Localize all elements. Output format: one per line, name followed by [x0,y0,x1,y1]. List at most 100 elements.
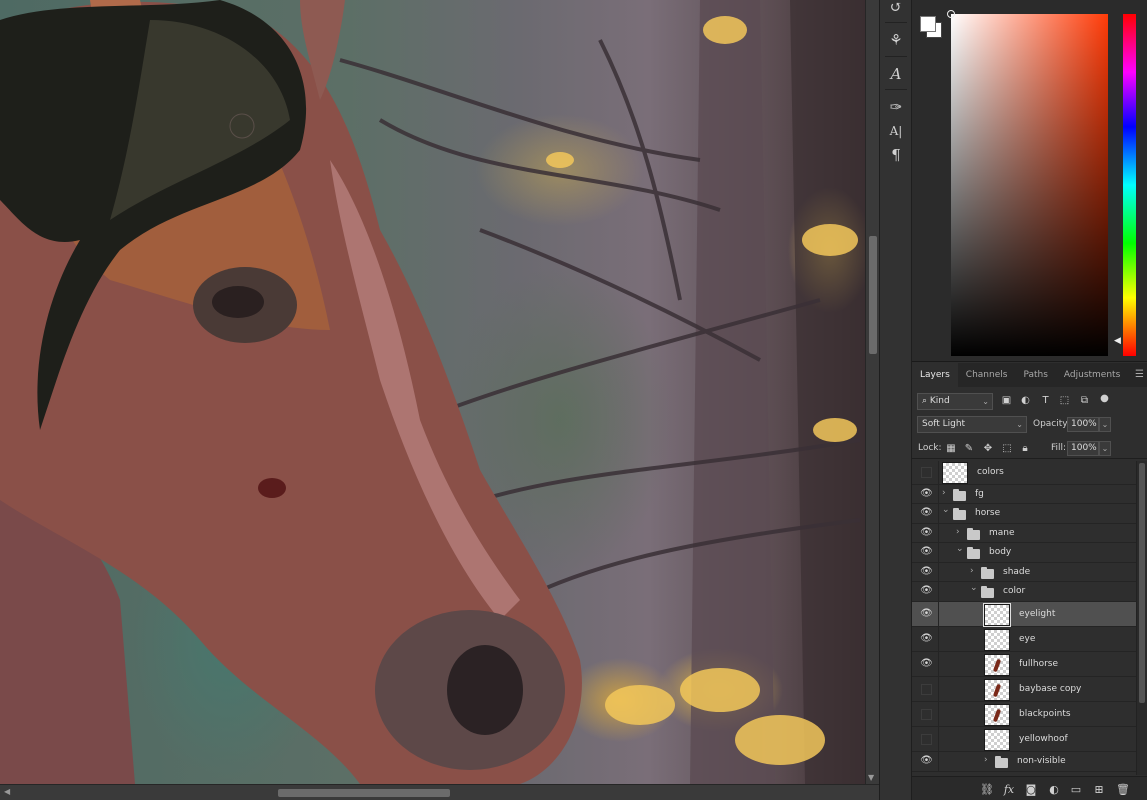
layer-row[interactable]: baybase copy [912,677,1136,702]
chevron-right-icon[interactable]: › [956,527,960,537]
tab-layers[interactable]: Layers [912,363,958,387]
character-style-icon[interactable]: A [885,63,907,85]
divider [938,504,939,523]
chevron-right-icon[interactable]: › [970,566,974,576]
layer-group-row[interactable]: 👁︎ ⌄ color [912,582,1136,602]
thumbnail-content [992,708,1002,723]
layer-row[interactable]: yellowhoof [912,727,1136,752]
hue-slider-arrow-icon[interactable]: ◀ [1114,336,1121,346]
scrollbar-thumb[interactable] [278,789,450,797]
visibility-eye-icon[interactable]: 👁︎ [920,546,933,558]
chevron-right-icon[interactable]: › [942,488,946,498]
delete-layer-icon[interactable]: 🗑︎ [1116,782,1130,796]
history-brush-icon[interactable]: ↺ [885,0,907,18]
tool-presets-icon[interactable]: ✑ [885,96,907,118]
layer-thumbnail[interactable] [942,462,968,484]
chevron-down-icon[interactable]: ⌄ [942,505,950,515]
blend-mode-select[interactable]: Soft Light ⌄ [917,416,1027,433]
visibility-eye-icon[interactable]: 👁︎ [920,488,933,500]
paragraph-panel-icon[interactable]: ¶ [885,144,907,166]
new-layer-icon[interactable]: ⊞ [1092,782,1106,796]
scroll-left-arrow-icon[interactable]: ◀ [4,787,10,796]
divider [885,89,907,90]
foreground-color-swatch[interactable] [920,16,936,32]
visibility-toggle-off[interactable] [921,709,932,720]
tab-channels[interactable]: Channels [958,363,1016,387]
layer-thumbnail[interactable] [984,629,1010,651]
layer-thumbnail[interactable] [983,603,1011,627]
filter-pixel-icon[interactable]: ▣ [1000,394,1013,407]
document-canvas[interactable] [0,0,865,784]
visibility-toggle-off[interactable] [921,467,932,478]
visibility-eye-icon[interactable]: 👁︎ [920,527,933,539]
character-panel-icon[interactable]: A| [885,120,907,142]
layer-group-row[interactable]: 👁︎ ⌄ body [912,543,1136,563]
layer-row[interactable]: blackpoints [912,702,1136,727]
layer-group-row[interactable]: 👁︎ › fg [912,485,1136,504]
filter-smart-object-icon[interactable]: ⧉ [1078,394,1091,407]
layer-row[interactable]: 👁︎ eye [912,627,1136,652]
lock-artboard-icon[interactable]: ⬚ [1001,442,1013,454]
layer-thumbnail[interactable] [984,679,1010,701]
visibility-toggle-off[interactable] [921,684,932,695]
layer-row[interactable]: 👁︎ eyelight [912,602,1136,627]
visibility-eye-icon[interactable]: 👁︎ [920,566,933,578]
chevron-down-icon[interactable]: ⌄ [956,544,964,554]
lock-image-pixels-icon[interactable]: ✎ [963,442,975,454]
opacity-input[interactable]: 100% [1067,417,1099,432]
add-layer-style-icon[interactable]: fx [1002,782,1016,796]
fill-dropdown-icon[interactable]: ⌄ [1099,441,1111,456]
divider [938,563,939,581]
divider [938,727,939,751]
opacity-dropdown-icon[interactable]: ⌄ [1099,417,1111,432]
new-group-icon[interactable]: ▭ [1069,782,1083,796]
filter-shape-icon[interactable]: ⬚ [1058,394,1071,407]
lock-transparent-pixels-icon[interactable]: ▦ [945,442,957,454]
layer-thumbnail[interactable] [984,654,1010,676]
tab-paths[interactable]: Paths [1015,363,1055,387]
canvas-horizontal-scrollbar[interactable]: ◀ [0,784,879,800]
add-mask-icon[interactable]: ◙ [1024,782,1038,796]
visibility-eye-icon[interactable]: 👁︎ [920,585,933,597]
layer-group-row[interactable]: 👁︎ › non-visible [912,752,1136,772]
color-picker-panel: ◀ [912,0,1147,362]
visibility-toggle-off[interactable] [921,734,932,745]
folder-icon [981,567,994,579]
layer-row[interactable]: colors [912,461,1136,485]
layer-group-row[interactable]: 👁︎ › shade [912,563,1136,582]
visibility-eye-icon[interactable]: 👁︎ [920,633,933,645]
panel-menu-icon[interactable]: ☰ [1135,369,1144,380]
fill-input[interactable]: 100% [1067,441,1099,456]
scroll-down-arrow-icon[interactable]: ▼ [868,773,874,782]
link-layers-icon[interactable]: ⛓︎ [980,782,994,796]
scrollbar-thumb[interactable] [869,236,877,354]
lock-position-icon[interactable]: ✥ [982,442,994,454]
layer-thumbnail[interactable] [984,704,1010,726]
color-picker-marker[interactable] [947,10,955,18]
chevron-down-icon[interactable]: ⌄ [970,583,978,593]
canvas-vertical-scrollbar[interactable]: ▼ [865,0,879,784]
filter-kind-select[interactable]: ⌕ Kind ⌄ [917,393,993,410]
new-adjustment-layer-icon[interactable]: ◐ [1047,782,1061,796]
visibility-eye-icon[interactable]: 👁︎ [920,658,933,670]
tab-adjustments[interactable]: Adjustments [1056,363,1128,387]
clone-source-icon[interactable]: ⚘ [885,29,907,51]
filter-type-icon[interactable]: T [1039,394,1052,407]
layers-list: colors 👁︎ › fg 👁︎ ⌄ horse 👁︎ › mane 👁︎ ⌄ body 👁︎ › shad… [912,461,1136,775]
lock-all-icon[interactable]: 🔒︎ [1019,442,1031,454]
scrollbar-thumb[interactable] [1139,463,1145,703]
visibility-eye-icon[interactable]: 👁︎ [920,608,933,620]
chevron-right-icon[interactable]: › [984,755,988,765]
filter-toggle-icon[interactable]: ● [1098,392,1111,405]
layer-row[interactable]: 👁︎ fullhorse [912,652,1136,677]
layer-thumbnail[interactable] [984,729,1010,751]
saturation-brightness-field[interactable] [951,14,1108,356]
layers-scrollbar[interactable] [1136,461,1147,775]
filter-adjustment-icon[interactable]: ◐ [1019,394,1032,407]
hue-slider[interactable] [1123,14,1136,356]
layer-group-row[interactable]: 👁︎ ⌄ horse [912,504,1136,524]
visibility-eye-icon[interactable]: 👁︎ [920,755,933,767]
layer-group-row[interactable]: 👁︎ › mane [912,524,1136,543]
layer-name: mane [989,528,1015,538]
visibility-eye-icon[interactable]: 👁︎ [920,507,933,519]
